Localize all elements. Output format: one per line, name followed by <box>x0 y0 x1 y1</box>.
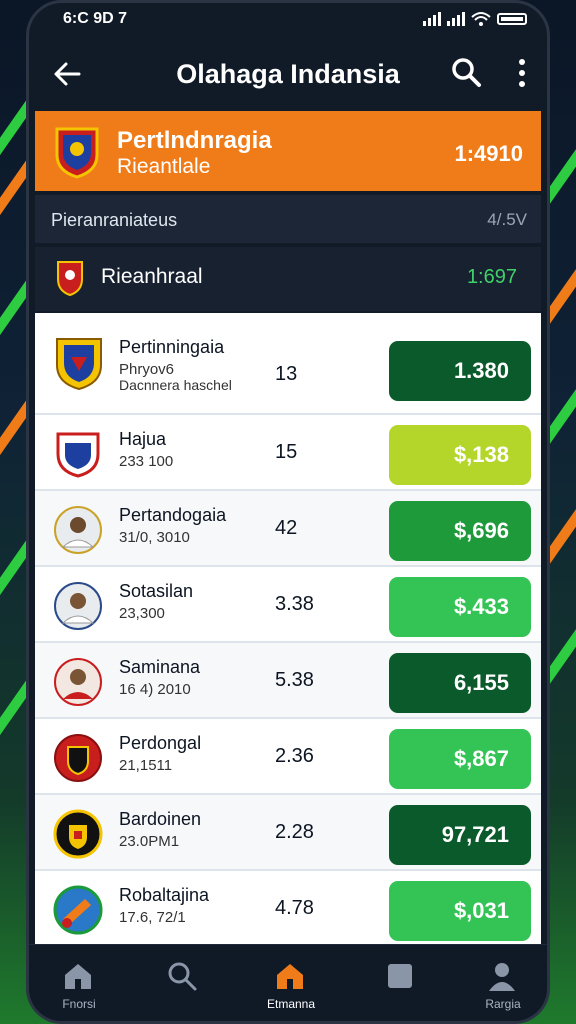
team-subtitle: 17.6, 72/1 <box>119 909 186 926</box>
odds-button[interactable]: 97,721 <box>389 805 531 865</box>
team-subtitle: 23.0PM1 <box>119 833 180 850</box>
battery-icon <box>497 13 527 25</box>
team-stat: 42 <box>275 517 298 539</box>
nav-item-profile[interactable]: Rargia <box>453 945 547 1021</box>
nav-item-active[interactable]: Etmanna <box>241 945 341 1021</box>
odds-button[interactable]: 1.380 <box>389 341 531 401</box>
team-name: Robaltajina <box>119 885 210 905</box>
team-crest-icon <box>53 809 103 859</box>
nav-label: Rargia <box>485 997 521 1011</box>
team-crest-icon <box>53 885 103 935</box>
table-row[interactable]: Pertinningaia Phryov6 Dacnnera haschel 1… <box>35 313 541 415</box>
table-row[interactable]: Hajua 233 100 15 $,138 <box>35 415 541 491</box>
team-name: Pertinningaia <box>119 337 225 357</box>
team-subtitle: 31/0, 3010 <box>119 529 190 546</box>
nav-item-home[interactable]: Fnorsi <box>29 945 129 1021</box>
team-crest-icon <box>57 261 83 297</box>
featured-match-banner[interactable]: Pertlndnragia Rieantlale 1:4910 <box>35 111 541 191</box>
search-icon[interactable] <box>449 55 483 89</box>
team-name: Perdongal <box>119 733 202 753</box>
nav-item-square[interactable] <box>351 945 451 1021</box>
odds-button[interactable]: $,031 <box>389 881 531 941</box>
team-subtitle: 233 100 <box>119 453 174 470</box>
more-vertical-icon[interactable] <box>517 57 527 89</box>
table-row[interactable]: Bardoinen 23.0PM1 2.28 97,721 <box>35 795 541 871</box>
odds-button[interactable]: $.433 <box>389 577 531 637</box>
team-subtitle: Phryov6 <box>119 361 175 378</box>
section-filter[interactable]: 4/.5V <box>487 210 527 230</box>
team-stat: 2.36 <box>275 745 314 767</box>
table-row[interactable]: Robaltajina 17.6, 72/1 4.78 $,031 <box>35 871 541 947</box>
player-avatar-icon <box>54 658 102 706</box>
team-extra: Dacnnera haschel <box>119 377 232 393</box>
odds-button[interactable]: $,138 <box>389 425 531 485</box>
status-icons <box>423 11 527 27</box>
section-header: Pieranraniateus 4/.5V <box>35 195 541 243</box>
nav-label: Etmanna <box>266 997 316 1011</box>
home-active-icon <box>277 964 303 989</box>
team-subtitle: 21,1511 <box>119 757 173 774</box>
table-row[interactable]: Sotasilan 23,300 3.38 $.433 <box>35 567 541 643</box>
table-row[interactable]: Saminana 16 4) 2010 5.38 6,155 <box>35 643 541 719</box>
team-name: Saminana <box>119 657 201 677</box>
featured-team-row[interactable]: Rieanhraal 1:697 <box>35 247 541 311</box>
team-name: Pertandogaia <box>119 505 227 525</box>
hero-subtitle: Rieantlale <box>117 155 211 178</box>
featured-odds: 1:697 <box>466 266 517 288</box>
section-title: Pieranraniateus <box>51 210 178 230</box>
team-crest-icon <box>55 127 99 179</box>
team-name: Hajua <box>119 429 167 449</box>
nav-item-search[interactable] <box>133 945 233 1021</box>
hero-odds: 1:4910 <box>454 141 523 166</box>
odds-button[interactable]: 6,155 <box>389 653 531 713</box>
team-stat: 2.28 <box>275 821 314 843</box>
team-subtitle: 16 4) 2010 <box>119 681 191 698</box>
team-stat: 15 <box>275 441 298 463</box>
team-crest-icon <box>56 338 102 391</box>
signal-icon <box>423 12 441 26</box>
nav-label: Fnorsi <box>62 997 96 1011</box>
status-bar: 6:C 9D 7 <box>29 3 547 37</box>
featured-team-name: Rieanhraal <box>101 265 203 288</box>
player-avatar-icon <box>54 582 102 630</box>
hero-team-name: Pertlndnragia <box>117 127 272 154</box>
team-crest-icon <box>56 432 100 478</box>
team-stat: 4.78 <box>275 897 314 919</box>
status-time: 6:C 9D 7 <box>63 10 128 27</box>
square-icon <box>388 964 412 988</box>
home-icon <box>65 964 91 989</box>
team-crest-icon <box>54 734 102 782</box>
team-stat: 3.38 <box>275 593 314 615</box>
odds-button[interactable]: $,867 <box>389 729 531 789</box>
phone-frame: 6:C 9D 7 Olahaga Indansia Pertlndnragia … <box>26 0 550 1024</box>
table-row[interactable]: Perdongal 21,1511 2.36 $,867 <box>35 719 541 795</box>
team-name: Bardoinen <box>119 809 202 829</box>
team-name: Sotasilan <box>119 581 194 601</box>
bottom-nav: Fnorsi Etmanna Rargia <box>29 944 547 1021</box>
search-icon <box>168 962 197 991</box>
app-bar: Olahaga Indansia <box>29 43 547 109</box>
wifi-icon <box>471 12 491 26</box>
odds-button[interactable]: $,696 <box>389 501 531 561</box>
player-avatar-icon <box>54 506 102 554</box>
team-stat: 13 <box>275 363 298 385</box>
team-list: Pertinningaia Phryov6 Dacnnera haschel 1… <box>35 313 541 947</box>
table-row[interactable]: Pertandogaia 31/0, 3010 42 $,696 <box>35 491 541 567</box>
team-subtitle: 23,300 <box>119 605 165 622</box>
profile-icon <box>489 963 515 991</box>
signal-icon-2 <box>447 12 465 26</box>
team-stat: 5.38 <box>275 669 314 691</box>
